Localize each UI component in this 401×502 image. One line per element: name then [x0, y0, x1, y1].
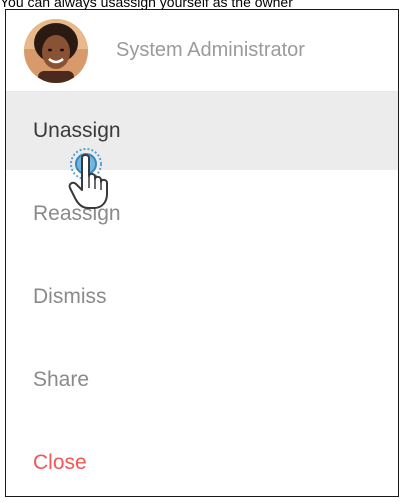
caption-text: You can always usassign yourself as the …	[0, 0, 293, 9]
menu-item-label: Unassign	[33, 119, 121, 142]
menu-item-reassign[interactable]: Reassign	[6, 175, 398, 253]
menu-item-share[interactable]: Share	[6, 341, 398, 419]
owner-menu-panel: System Administrator Unassign Reassign D…	[5, 9, 399, 497]
user-name: System Administrator	[116, 39, 305, 61]
menu-item-close[interactable]: Close	[6, 424, 398, 502]
menu-item-label: Share	[33, 368, 90, 391]
menu-item-unassign[interactable]: Unassign	[6, 92, 398, 170]
menu-item-dismiss[interactable]: Dismiss	[6, 258, 398, 336]
menu-item-label: Reassign	[33, 202, 121, 225]
user-avatar	[24, 19, 88, 83]
menu-item-label: Close	[33, 451, 87, 474]
avatar-photo-icon	[24, 19, 88, 83]
assigned-user-row: System Administrator	[6, 10, 398, 92]
menu-item-label: Dismiss	[33, 285, 107, 308]
